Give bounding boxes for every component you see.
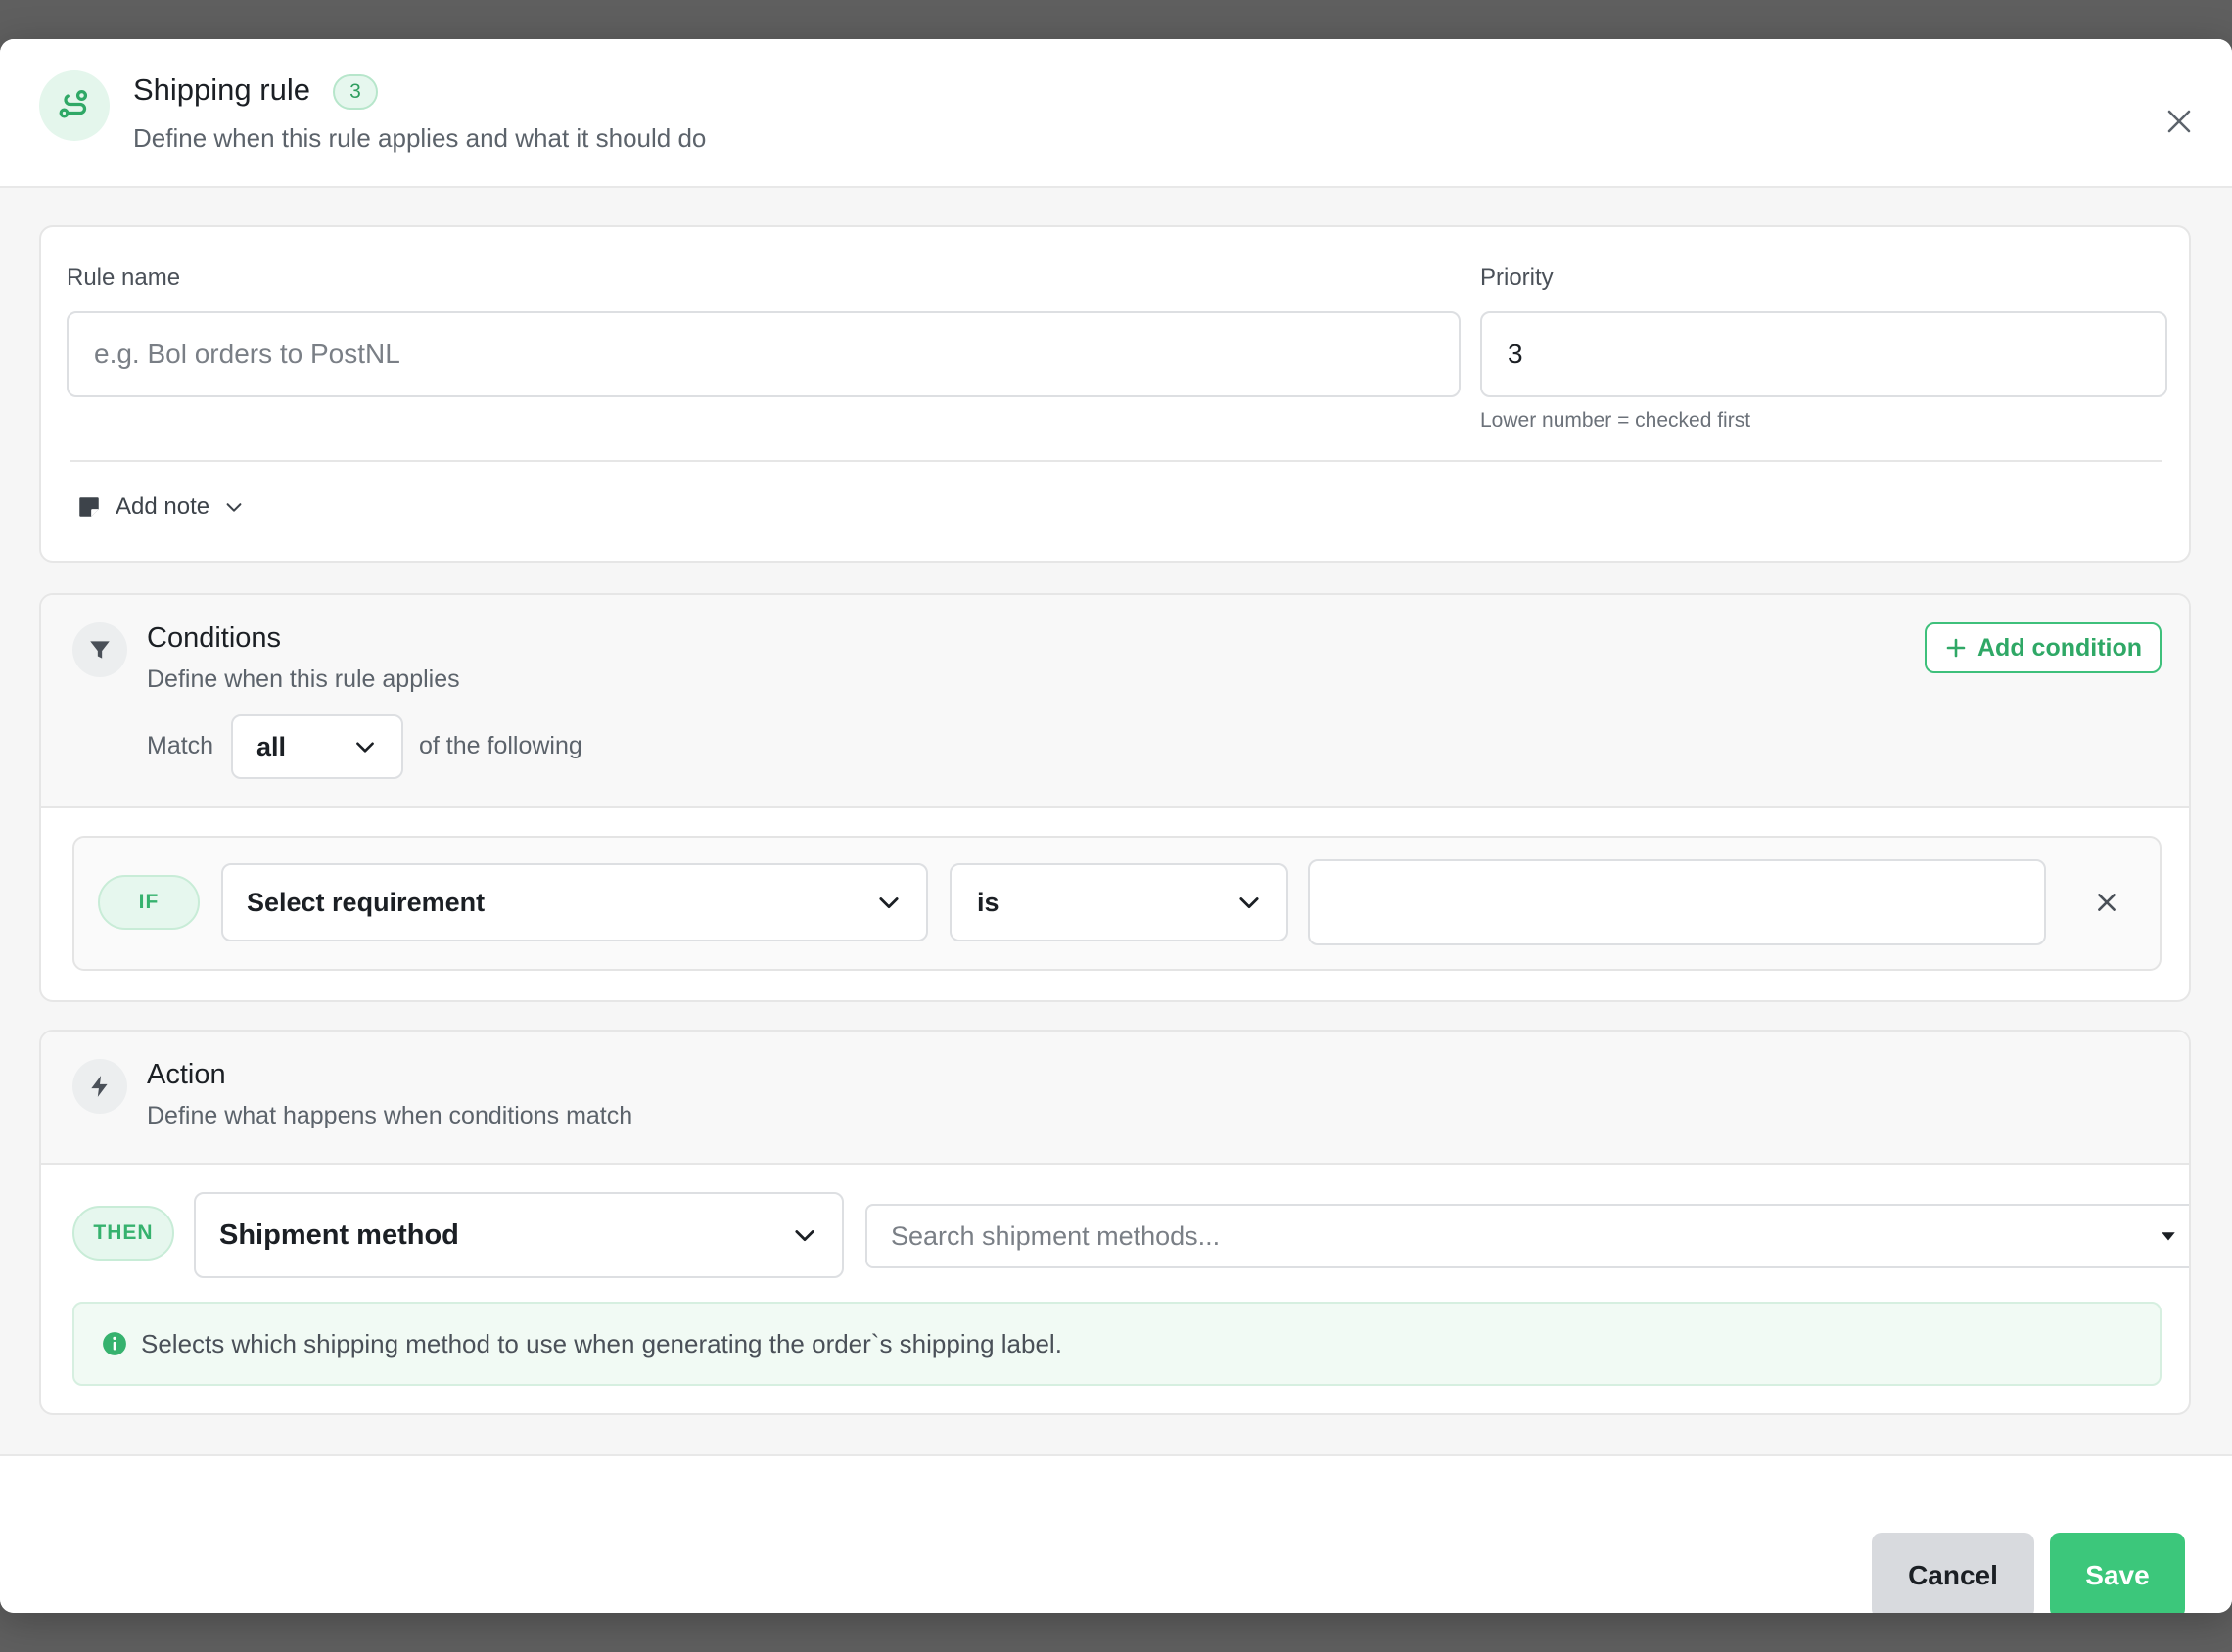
requirement-select[interactable]: Select requirement — [221, 863, 928, 941]
conditions-title: Conditions — [147, 622, 282, 654]
match-suffix: of the following — [419, 732, 582, 759]
shipment-method-search[interactable]: Search shipment methods... — [865, 1204, 2189, 1268]
add-note-toggle[interactable]: Add note — [76, 493, 245, 521]
close-icon — [2098, 894, 2116, 911]
conditions-header: Conditions Define when this rule applies… — [41, 595, 2189, 808]
action-title: Action — [147, 1059, 226, 1090]
condition-row: IF Select requirement is — [72, 836, 2162, 971]
note-icon — [79, 497, 99, 517]
priority-input[interactable]: 3 — [1480, 311, 2167, 397]
operator-select[interactable]: is — [950, 863, 1288, 941]
chevron-down-icon — [1239, 897, 1259, 909]
rule-details-card: Rule name e.g. Bol orders to PostNL Prio… — [39, 225, 2191, 563]
lightning-icon — [72, 1059, 127, 1114]
requirement-value: Select requirement — [247, 887, 486, 917]
chevron-down-icon — [879, 897, 899, 909]
save-button[interactable]: Save — [2050, 1533, 2185, 1613]
action-header: Action Define what happens when conditio… — [41, 1032, 2189, 1165]
conditions-card: Conditions Define when this rule applies… — [39, 593, 2191, 1002]
priority-hint: Lower number = checked first — [1480, 409, 1751, 432]
conditions-subtitle: Define when this rule applies — [147, 665, 460, 693]
action-card: Action Define what happens when conditio… — [39, 1030, 2191, 1415]
cancel-button[interactable]: Cancel — [1872, 1533, 2034, 1613]
caret-down-icon — [2162, 1232, 2175, 1241]
priority-badge: 3 — [333, 74, 378, 110]
match-value: all — [256, 731, 287, 761]
chevron-down-icon — [226, 503, 242, 512]
rule-name-input[interactable]: e.g. Bol orders to PostNL — [67, 311, 1461, 397]
then-keyword: THEN — [72, 1206, 174, 1261]
close-icon — [2167, 110, 2191, 133]
add-condition-button[interactable]: Add condition — [1925, 622, 2162, 673]
add-note-label: Add note — [116, 493, 210, 520]
info-icon — [103, 1332, 126, 1355]
action-subtitle: Define what happens when conditions matc… — [147, 1102, 633, 1129]
chevron-down-icon — [795, 1230, 814, 1242]
action-info-box: Selects which shipping method to use whe… — [72, 1302, 2162, 1386]
action-type-select[interactable]: Shipment method — [194, 1192, 844, 1278]
modal-subtitle: Define when this rule applies and what i… — [133, 123, 707, 153]
condition-value-input[interactable] — [1308, 859, 2046, 945]
route-icon — [39, 70, 110, 141]
remove-condition-button[interactable] — [2091, 887, 2122, 918]
action-type-value: Shipment method — [219, 1218, 459, 1251]
card-divider — [70, 460, 2162, 462]
add-condition-label: Add condition — [1977, 633, 2143, 662]
shipping-rule-modal: Shipping rule 3 Define when this rule ap… — [0, 39, 2232, 1613]
modal-header: Shipping rule 3 Define when this rule ap… — [0, 39, 2232, 188]
modal-title: Shipping rule — [133, 72, 310, 107]
operator-value: is — [977, 887, 1000, 917]
filter-icon — [72, 622, 127, 677]
match-select[interactable]: all — [231, 714, 403, 779]
if-keyword: IF — [98, 875, 200, 930]
match-prefix: Match — [147, 732, 214, 759]
close-button[interactable] — [2160, 102, 2199, 141]
action-info-text: Selects which shipping method to use whe… — [141, 1328, 1062, 1358]
shipment-search-placeholder: Search shipment methods... — [891, 1220, 1221, 1251]
chevron-down-icon — [356, 742, 374, 753]
modal-footer: Cancel Save — [0, 1454, 2232, 1613]
priority-label: Priority — [1480, 264, 1554, 291]
rule-name-label: Rule name — [67, 264, 181, 291]
plus-icon — [1946, 638, 1966, 658]
